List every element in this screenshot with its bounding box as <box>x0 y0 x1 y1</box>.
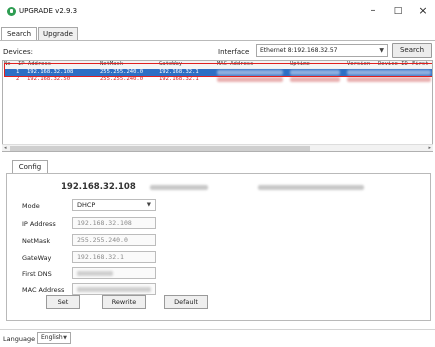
gateway-label: GateWay <box>22 254 52 262</box>
devices-label: Devices: <box>3 48 33 56</box>
devices-table[interactable]: No IP Address NetMask GateWay MAC Addres… <box>2 60 433 152</box>
interface-select[interactable]: Ethernet 8:192.168.32.57 ▼ <box>256 44 388 57</box>
netmask-field[interactable]: 255.255.240.0 <box>72 234 156 246</box>
language-value: English <box>41 334 63 341</box>
set-button[interactable]: Set <box>46 295 80 309</box>
app-logo-icon <box>7 7 16 16</box>
redacted-device-info <box>347 77 431 82</box>
tab-divider <box>0 40 435 41</box>
rewrite-button[interactable]: Rewrite <box>102 295 146 309</box>
mode-select[interactable]: DHCP ▼ <box>72 199 156 211</box>
interface-label: Interface <box>218 48 250 56</box>
netmask-label: NetMask <box>22 237 51 245</box>
tab-config[interactable]: Config <box>12 160 48 174</box>
ip-address-field[interactable]: 192.168.32.108 <box>72 217 156 229</box>
first-dns-label: First DNS <box>22 270 52 278</box>
language-label: Language <box>3 335 36 343</box>
first-dns-field[interactable] <box>72 267 156 279</box>
interface-value: Ethernet 8:192.168.32.57 <box>260 47 338 54</box>
scrollbar-thumb[interactable] <box>10 146 310 151</box>
redacted-mac-title <box>150 185 208 190</box>
tab-search[interactable]: Search <box>1 27 37 41</box>
redacted-device-id-title <box>258 185 364 190</box>
close-button[interactable]: × <box>415 4 431 18</box>
maximize-button[interactable]: □ <box>390 4 406 18</box>
mode-label: Mode <box>22 202 40 210</box>
mac-address-label: MAC Address <box>22 286 65 294</box>
chevron-down-icon: ▼ <box>63 335 67 341</box>
gateway-field[interactable]: 192.168.32.1 <box>72 251 156 263</box>
tab-upgrade[interactable]: Upgrade <box>38 27 78 40</box>
footer-divider <box>0 329 435 330</box>
minimize-button[interactable]: – <box>365 4 381 18</box>
redacted-uptime <box>290 77 340 82</box>
mode-value: DHCP <box>77 201 96 209</box>
scroll-right-icon[interactable]: ▸ <box>428 145 431 151</box>
scroll-left-icon[interactable]: ◂ <box>4 145 7 151</box>
language-select[interactable]: English ▼ <box>37 332 71 344</box>
redacted-mac-field <box>77 287 151 292</box>
redacted-mac <box>217 77 283 82</box>
mac-address-field[interactable] <box>72 283 156 295</box>
selection-highlight-box <box>4 63 432 77</box>
chevron-down-icon: ▼ <box>379 47 384 54</box>
redacted-dns <box>77 271 113 276</box>
title-bar: UPGRADE v2.9.3 – □ × <box>0 0 435 22</box>
default-button[interactable]: Default <box>164 295 208 309</box>
search-button[interactable]: Search <box>392 43 432 58</box>
horizontal-scrollbar[interactable]: ◂ ▸ <box>2 144 433 151</box>
config-ip-title: 192.168.32.108 <box>61 182 136 192</box>
ip-address-label: IP Address <box>22 220 56 228</box>
chevron-down-icon: ▼ <box>146 202 151 208</box>
window-title: UPGRADE v2.9.3 <box>19 7 78 15</box>
